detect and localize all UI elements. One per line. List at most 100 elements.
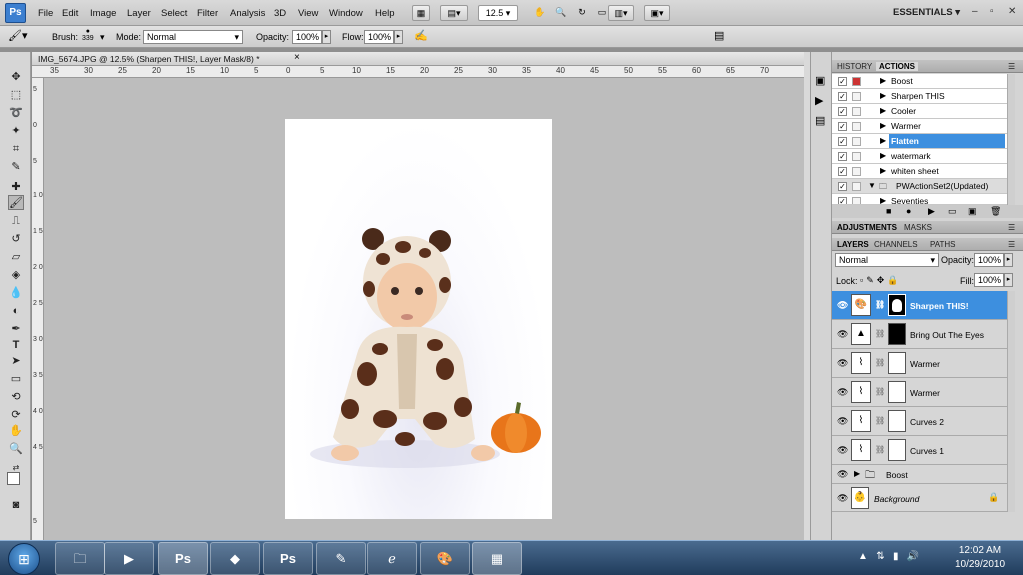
minimize-button[interactable]: – <box>972 6 978 17</box>
visibility-eye-icon[interactable]: 👁 <box>837 445 848 456</box>
expand-triangle-icon[interactable]: ▶ <box>880 166 886 175</box>
brush-panel-toggle-icon[interactable]: ▤ <box>714 29 724 42</box>
dialog-toggle[interactable] <box>852 137 861 146</box>
layer-row-selected[interactable]: 👁 🎨 ⛓ Sharpen THIS! <box>832 291 1007 320</box>
layer-opacity-input[interactable]: 100% <box>974 253 1004 267</box>
eyedropper-tool-icon[interactable]: ✎ <box>8 160 24 175</box>
action-row-selected[interactable]: ✓ ▶ Flatten <box>832 134 1007 149</box>
brush-picker-arrow-icon[interactable]: ▾ <box>100 32 105 43</box>
dialog-toggle[interactable] <box>852 107 861 116</box>
actions-scrollbar[interactable] <box>1007 74 1015 205</box>
network-icon[interactable]: ⇅ <box>876 551 884 562</box>
menu-help[interactable]: Help <box>375 8 395 19</box>
crop-tool-icon[interactable]: ⌗ <box>8 142 24 157</box>
layer-mask-thumbnail[interactable] <box>888 381 906 403</box>
blur-tool-icon[interactable]: 💧 <box>8 286 24 301</box>
action-row[interactable]: ✓ ▶ Seventies <box>832 194 1007 205</box>
history-panel-icon[interactable]: ▣ <box>815 74 825 87</box>
tab-history[interactable]: HISTORY <box>837 62 872 71</box>
marquee-tool-icon[interactable]: ⬚ <box>8 88 24 103</box>
type-tool-icon[interactable]: T <box>8 338 24 353</box>
clock[interactable]: 12:02 AM 10/29/2010 <box>950 545 1010 570</box>
show-hidden-icons-icon[interactable]: ▲ <box>858 551 868 562</box>
zoom-tool-button[interactable]: 🔍 <box>553 5 569 21</box>
action-row[interactable]: ✓ ▶ Warmer <box>832 119 1007 134</box>
tab-paths[interactable]: PATHS <box>930 240 955 249</box>
dodge-tool-icon[interactable]: ◐ <box>8 304 24 319</box>
tab-actions[interactable]: ACTIONS <box>876 62 918 71</box>
healing-brush-tool-icon[interactable]: ✚ <box>8 180 24 195</box>
layer-mask-thumbnail[interactable] <box>888 352 906 374</box>
link-icon[interactable]: ⛓ <box>875 329 885 338</box>
action-row[interactable]: ✓ ▶ whiten sheet <box>832 164 1007 179</box>
layer-row[interactable]: 👁 ▲ ⛓ Bring Out The Eyes <box>832 320 1007 349</box>
menu-image[interactable]: Image <box>90 8 116 19</box>
visibility-eye-icon[interactable]: 👁 <box>837 416 848 427</box>
taskbar-app[interactable]: ◆ <box>210 542 260 575</box>
layer-opacity-slider-button[interactable]: ▸ <box>1004 253 1013 267</box>
dialog-toggle[interactable] <box>852 152 861 161</box>
taskbar-explorer[interactable]: 🗀 <box>55 542 105 575</box>
document-image[interactable] <box>285 119 552 519</box>
brush-size-picker[interactable]: ● 339 <box>82 28 94 42</box>
menu-file[interactable]: File <box>38 8 53 19</box>
lasso-tool-icon[interactable]: ➰ <box>8 106 24 121</box>
menu-layer[interactable]: Layer <box>127 8 151 19</box>
close-document-button[interactable]: × <box>294 52 300 63</box>
action-enabled-check[interactable]: ✓ <box>838 137 847 146</box>
menu-filter[interactable]: Filter <box>197 8 218 19</box>
visibility-eye-icon[interactable]: 👁 <box>837 329 848 340</box>
brushes-panel-icon[interactable]: ▤ <box>815 114 825 127</box>
tab-channels[interactable]: CHANNELS <box>874 240 918 249</box>
3d-orbit-tool-icon[interactable]: ⟳ <box>8 408 24 423</box>
expand-triangle-icon[interactable]: ▶ <box>854 469 860 478</box>
layer-group-row[interactable]: 👁 ▶ 🗀 Boost <box>832 465 1007 484</box>
play-icon[interactable]: ▶ <box>928 206 935 217</box>
taskbar-calendar[interactable]: ▦ <box>472 542 522 575</box>
expand-triangle-icon[interactable]: ▶ <box>880 76 886 85</box>
visibility-eye-icon[interactable]: 👁 <box>837 300 848 311</box>
quick-selection-tool-icon[interactable]: ✦ <box>8 124 24 139</box>
tab-adjustments[interactable]: ADJUSTMENTS <box>837 223 897 232</box>
view-extras-button[interactable]: ▤▾ <box>440 5 468 21</box>
layers-scrollbar[interactable] <box>1007 291 1015 512</box>
arrange-documents-button[interactable]: ▥▾ <box>608 5 634 21</box>
panel-menu-icon[interactable]: ☰ <box>1008 223 1015 232</box>
action-enabled-check[interactable]: ✓ <box>838 122 847 131</box>
flow-input[interactable]: 100% <box>364 30 394 44</box>
action-enabled-check[interactable]: ✓ <box>838 77 847 86</box>
close-window-button[interactable]: ✕ <box>1008 6 1016 17</box>
clone-stamp-tool-icon[interactable]: ⎍ <box>8 214 24 229</box>
expand-triangle-icon[interactable]: ▶ <box>880 136 886 145</box>
action-row[interactable]: ✓ ▶ Sharpen THIS <box>832 89 1007 104</box>
power-icon[interactable]: ▮ <box>893 551 899 562</box>
layer-row[interactable]: 👁 ⌇ ⛓ Curves 1 <box>832 436 1007 465</box>
rotate-view-button[interactable]: ↻ <box>574 5 590 21</box>
menu-view[interactable]: View <box>298 8 318 19</box>
opacity-slider-button[interactable]: ▸ <box>322 30 331 44</box>
restore-button[interactable]: ▫ <box>990 6 994 17</box>
action-set-row[interactable]: ✓ ▼ 🗀 PWActionSet2(Updated) <box>832 179 1007 194</box>
quick-mask-icon[interactable]: ◙ <box>8 498 24 513</box>
menu-select[interactable]: Select <box>161 8 187 19</box>
document-tab[interactable]: IMG_5674.JPG @ 12.5% (Sharpen THIS!, Lay… <box>32 52 804 66</box>
action-row[interactable]: ✓ ▶ Cooler <box>832 104 1007 119</box>
flow-slider-button[interactable]: ▸ <box>394 30 403 44</box>
action-enabled-check[interactable]: ✓ <box>838 197 847 204</box>
dialog-toggle[interactable] <box>852 182 861 191</box>
foreground-color-swatch[interactable] <box>7 472 20 485</box>
expanded-triangle-icon[interactable]: ▼ <box>868 181 876 190</box>
dialog-toggle[interactable] <box>852 167 861 176</box>
shape-tool-icon[interactable]: ▭ <box>8 372 24 387</box>
opacity-input[interactable]: 100% <box>292 30 322 44</box>
pen-tool-icon[interactable]: ✒ <box>8 322 24 337</box>
visibility-eye-icon[interactable]: 👁 <box>837 493 848 504</box>
brush-preset-icon[interactable]: 🖌▾ <box>8 29 28 42</box>
layer-row[interactable]: 👁 ⌇ ⛓ Curves 2 <box>832 407 1007 436</box>
zoom-level-select[interactable]: 12.5 ▾ <box>478 5 518 21</box>
trash-icon[interactable]: 🗑 <box>990 206 1001 217</box>
action-enabled-check[interactable]: ✓ <box>838 107 847 116</box>
visibility-eye-icon[interactable]: 👁 <box>837 469 848 480</box>
fill-input[interactable]: 100% <box>974 273 1004 287</box>
taskbar-media-player[interactable]: ▶ <box>104 542 154 575</box>
